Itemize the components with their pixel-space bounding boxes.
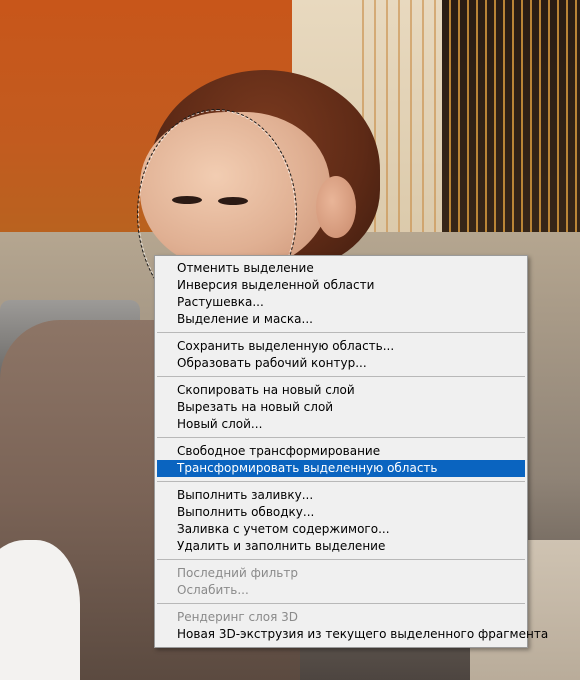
menu-item-g0-i0[interactable]: Отменить выделение xyxy=(157,260,525,277)
menu-item-g1-i0[interactable]: Сохранить выделенную область... xyxy=(157,338,525,355)
menu-item-g1-i1[interactable]: Образовать рабочий контур... xyxy=(157,355,525,372)
menu-separator xyxy=(157,603,525,604)
menu-item-g0-i3[interactable]: Выделение и маска... xyxy=(157,311,525,328)
menu-item-g2-i0[interactable]: Скопировать на новый слой xyxy=(157,382,525,399)
menu-item-g4-i3[interactable]: Удалить и заполнить выделение xyxy=(157,538,525,555)
context-menu: Отменить выделение Инверсия выделенной об… xyxy=(154,255,548,648)
menu-item-g0-i1[interactable]: Инверсия выделенной области xyxy=(157,277,525,294)
menu-item-g2-i1[interactable]: Вырезать на новый слой xyxy=(157,399,525,416)
menu-item-g6-i1[interactable]: Новая 3D-экструзия из текущего выделенно… xyxy=(157,626,548,643)
menu-item-g4-i0[interactable]: Выполнить заливку... xyxy=(157,487,525,504)
menu-item-g5-i1: Ослабить... xyxy=(177,583,249,597)
menu-item-g4-i2[interactable]: Заливка с учетом содержимого... xyxy=(157,521,525,538)
menu-separator xyxy=(157,481,525,482)
menu-separator xyxy=(157,332,525,333)
menu-item-g4-i1[interactable]: Выполнить обводку... xyxy=(157,504,525,521)
menu-separator xyxy=(157,376,525,377)
menu-item-g6-i0: Рендеринг слоя 3D xyxy=(177,610,299,624)
white-object xyxy=(0,540,80,680)
person-ear xyxy=(316,176,356,238)
menu-separator xyxy=(157,437,525,438)
menu-item-g3-i0[interactable]: Свободное трансформирование xyxy=(157,443,525,460)
menu-separator xyxy=(157,559,525,560)
menu-item-g3-i1[interactable]: Трансформировать выделенную область xyxy=(157,460,525,477)
menu-item-g2-i2[interactable]: Новый слой... xyxy=(157,416,525,433)
menu-item-g0-i2[interactable]: Растушевка... xyxy=(157,294,525,311)
menu-item-g5-i0: Последний фильтр xyxy=(177,566,298,580)
